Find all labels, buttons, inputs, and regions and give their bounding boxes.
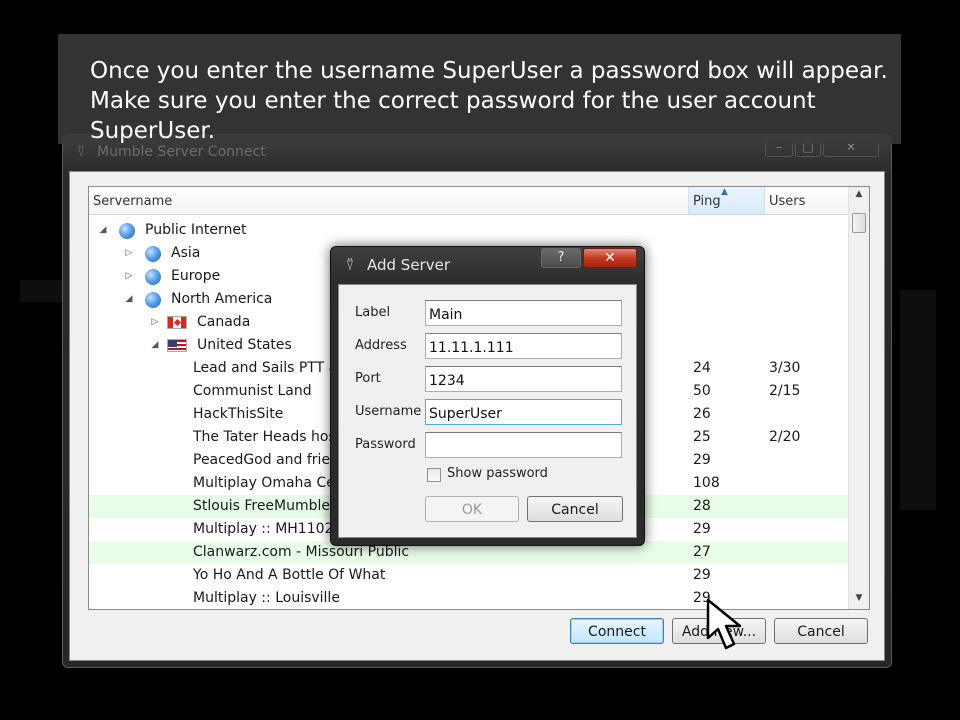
cancel-button[interactable]: Cancel xyxy=(774,618,868,644)
globe-icon xyxy=(145,246,161,262)
canada-flag-icon xyxy=(167,316,187,329)
mouse-cursor-icon xyxy=(706,598,742,650)
username-input[interactable] xyxy=(425,399,622,425)
mumble-logo-icon: ⍢ xyxy=(77,145,85,160)
server-name: Communist Land xyxy=(193,383,312,399)
tree-node-label: Asia xyxy=(171,245,201,261)
tree-node-public-internet[interactable]: ◢ Public Internet xyxy=(89,219,849,242)
server-ping: 29 xyxy=(693,452,711,468)
label-field-label: Label xyxy=(355,305,391,320)
tree-header: Servername ▲ Ping Users xyxy=(89,187,849,215)
server-ping: 28 xyxy=(693,498,711,514)
tree-node-label: United States xyxy=(197,337,292,353)
column-header-ping[interactable]: ▲ Ping xyxy=(689,187,765,214)
sort-ascending-icon: ▲ xyxy=(721,187,728,197)
show-password-label[interactable]: Show password xyxy=(447,466,548,481)
server-users: 3/30 xyxy=(769,360,801,376)
server-ping: 24 xyxy=(693,360,711,376)
label-input[interactable] xyxy=(425,300,622,326)
server-name: Multiplay :: Louisville xyxy=(193,590,340,606)
scroll-thumb[interactable] xyxy=(852,213,866,233)
collapse-arrow-icon[interactable]: ◢ xyxy=(97,219,109,242)
server-row[interactable]: Yo Ho And A Bottle Of What 29 xyxy=(89,564,849,587)
server-name: Multiplay :: MH11028 xyxy=(193,521,343,537)
connect-button[interactable]: Connect xyxy=(570,618,664,644)
server-name: HackThisSite xyxy=(193,406,284,422)
address-field-label: Address xyxy=(355,338,407,353)
scroll-down-icon[interactable]: ▼ xyxy=(849,593,869,603)
collapse-arrow-icon[interactable]: ◢ xyxy=(149,334,161,357)
server-ping: 50 xyxy=(693,383,711,399)
tree-node-label: Public Internet xyxy=(145,222,247,238)
column-header-users[interactable]: Users xyxy=(765,187,849,214)
dialog-title: Add Server xyxy=(367,256,450,274)
mumble-logo-icon: ⍢ xyxy=(345,258,355,274)
vertical-scrollbar[interactable]: ▲ ▼ xyxy=(848,187,869,609)
globe-icon xyxy=(145,269,161,285)
server-ping: 29 xyxy=(693,521,711,537)
ok-button[interactable]: OK xyxy=(425,496,519,522)
collapse-arrow-icon[interactable]: ◢ xyxy=(123,288,135,311)
globe-icon xyxy=(145,292,161,308)
password-field-label: Password xyxy=(355,437,416,452)
password-input[interactable] xyxy=(425,432,622,458)
ping-header-label: Ping xyxy=(693,194,721,209)
server-ping: 26 xyxy=(693,406,711,422)
server-users: 2/20 xyxy=(769,429,801,445)
banner-text: Once you enter the username SuperUser a … xyxy=(90,58,888,144)
port-input[interactable] xyxy=(425,366,622,392)
server-name: PeacedGod and frien xyxy=(193,452,339,468)
tree-node-label: Europe xyxy=(171,268,221,284)
us-flag-icon xyxy=(167,339,187,352)
server-name: The Tater Heads host xyxy=(193,429,342,445)
tree-node-label: Canada xyxy=(197,314,251,330)
tree-node-label: North America xyxy=(171,291,273,307)
address-input[interactable] xyxy=(425,333,622,359)
server-ping: 108 xyxy=(693,475,720,491)
server-ping: 29 xyxy=(693,567,711,583)
expand-arrow-icon[interactable]: ▷ xyxy=(123,265,135,288)
expand-arrow-icon[interactable]: ▷ xyxy=(123,242,135,265)
column-header-servername[interactable]: Servername xyxy=(89,187,689,214)
scroll-up-icon[interactable]: ▲ xyxy=(849,189,869,199)
server-name: Stlouis FreeMumble. xyxy=(193,498,335,514)
dialog-cancel-button[interactable]: Cancel xyxy=(527,496,623,522)
server-users: 2/15 xyxy=(769,383,801,399)
server-name: Lead and Sails PTT a xyxy=(193,360,338,376)
server-ping: 25 xyxy=(693,429,711,445)
add-server-dialog: ⍢ Add Server ? ✕ Label Address Port User… xyxy=(330,246,645,546)
server-name: Yo Ho And A Bottle Of What xyxy=(193,567,386,583)
port-field-label: Port xyxy=(355,371,381,386)
dialog-close-button[interactable]: ✕ xyxy=(583,248,637,268)
expand-arrow-icon[interactable]: ▷ xyxy=(149,311,161,334)
server-ping: 27 xyxy=(693,544,711,560)
username-field-label: Username xyxy=(355,404,422,419)
tutorial-banner: Once you enter the username SuperUser a … xyxy=(58,34,901,144)
show-password-checkbox[interactable] xyxy=(427,468,441,482)
globe-icon xyxy=(119,223,135,239)
server-name: Multiplay Omaha Ce xyxy=(193,475,335,491)
dialog-client-area: Label Address Port Username Password Sho… xyxy=(338,284,637,538)
window-title: Mumble Server Connect xyxy=(97,144,266,160)
background-shape xyxy=(900,290,936,510)
help-button[interactable]: ? xyxy=(541,248,581,268)
